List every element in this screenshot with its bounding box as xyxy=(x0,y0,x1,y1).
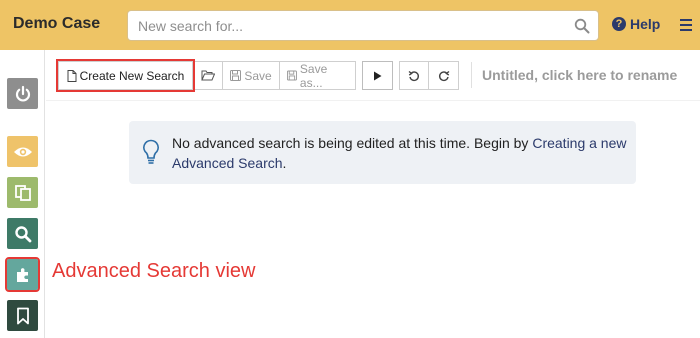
sidebar-item-view[interactable] xyxy=(7,136,38,167)
create-new-search-button[interactable]: Create New Search xyxy=(56,59,195,92)
hamburger-icon[interactable] xyxy=(680,19,692,31)
lightbulb-icon xyxy=(143,139,159,164)
help-label: Help xyxy=(630,16,661,32)
sidebar-item-power[interactable] xyxy=(7,78,38,109)
save-as-label: Save as... xyxy=(299,61,328,90)
power-icon xyxy=(15,85,30,101)
floppy-icon xyxy=(287,70,297,81)
global-search-box[interactable] xyxy=(127,10,599,41)
help-link[interactable]: ? Help xyxy=(612,16,660,32)
advanced-search-toolbar: Create New Search Save Save as... xyxy=(56,59,459,92)
question-circle-icon: ? xyxy=(612,17,626,31)
global-search-input[interactable] xyxy=(138,11,558,40)
run-search-button[interactable] xyxy=(362,61,393,90)
sidebar-item-advanced-search[interactable] xyxy=(5,257,40,292)
puzzle-icon xyxy=(16,267,28,282)
top-bar: Demo Case ? Help xyxy=(0,0,700,50)
search-name-rename[interactable]: Untitled, click here to rename xyxy=(482,67,677,83)
copy-icon xyxy=(14,184,31,201)
annotation-label: Advanced Search view xyxy=(52,260,256,282)
play-icon xyxy=(374,71,382,80)
info-text-after: . xyxy=(282,155,287,171)
info-message: No advanced search is being edited at th… xyxy=(129,121,636,184)
search-icon xyxy=(14,225,31,242)
save-button[interactable]: Save xyxy=(222,61,280,90)
save-label: Save xyxy=(244,68,272,83)
create-new-search-label: Create New Search xyxy=(79,68,185,83)
floppy-icon xyxy=(230,70,242,81)
sidebar-item-copy[interactable] xyxy=(7,177,38,208)
file-icon xyxy=(67,69,77,82)
folder-open-icon xyxy=(200,70,215,81)
toolbar-divider xyxy=(471,62,472,88)
save-as-button[interactable]: Save as... xyxy=(279,61,356,90)
left-sidebar xyxy=(0,50,45,338)
redo-button[interactable] xyxy=(428,61,459,90)
bookmark-icon xyxy=(16,307,29,324)
sidebar-item-search[interactable] xyxy=(7,218,38,249)
magnifier-icon[interactable] xyxy=(574,18,590,34)
eye-icon xyxy=(13,147,32,156)
info-text: No advanced search is being edited at th… xyxy=(172,133,627,173)
undo-icon xyxy=(408,70,420,81)
toolbar-bottom-divider xyxy=(46,100,700,101)
undo-button[interactable] xyxy=(399,61,429,90)
case-title[interactable]: Demo Case xyxy=(13,15,100,33)
sidebar-item-bookmarks[interactable] xyxy=(7,300,38,331)
open-search-button[interactable] xyxy=(192,61,223,90)
info-text-before: No advanced search is being edited at th… xyxy=(172,135,533,151)
redo-icon xyxy=(438,70,449,81)
